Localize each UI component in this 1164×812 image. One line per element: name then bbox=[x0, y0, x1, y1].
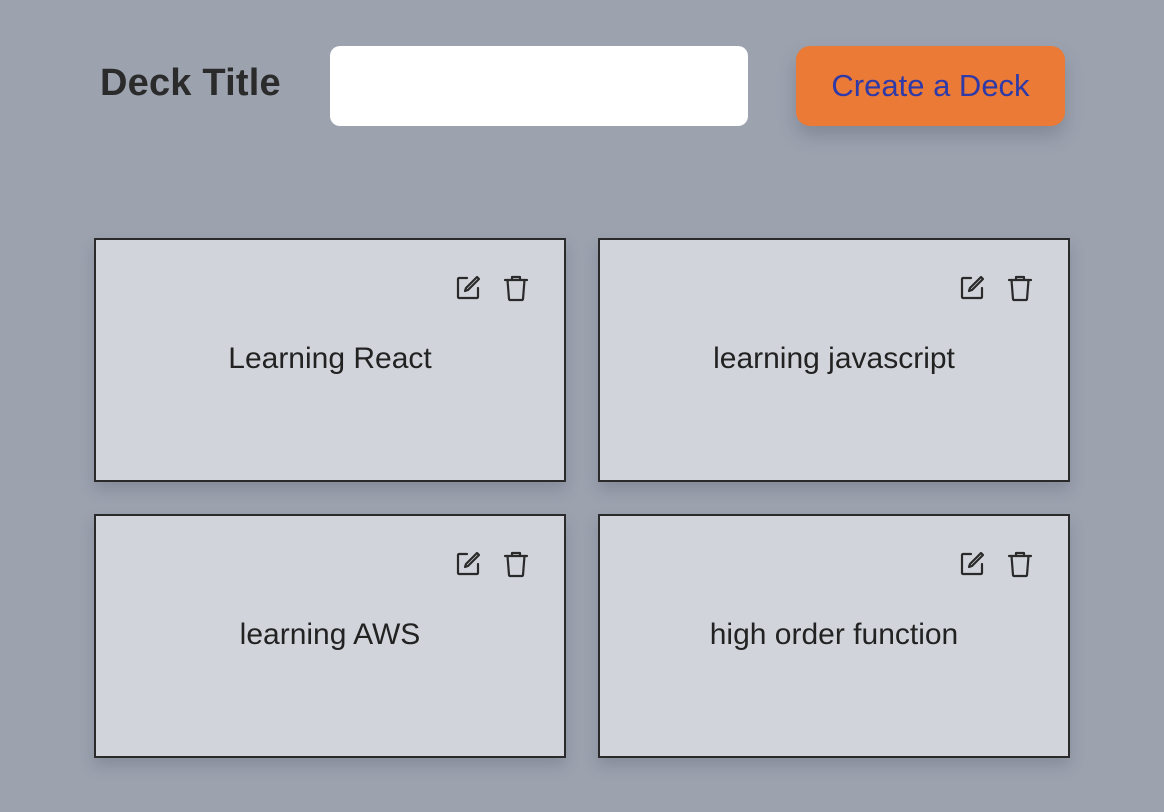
deck-card[interactable]: learning AWS bbox=[94, 514, 566, 758]
deck-card-actions bbox=[958, 273, 1034, 303]
deck-card-actions bbox=[454, 549, 530, 579]
deck-form: Deck Title Create a Deck bbox=[0, 0, 1164, 180]
deck-card[interactable]: learning javascript bbox=[598, 238, 1070, 482]
deck-title: learning AWS bbox=[239, 618, 421, 651]
deck-title: Learning React bbox=[228, 342, 432, 375]
deck-title-input[interactable] bbox=[330, 46, 748, 126]
trash-icon[interactable] bbox=[502, 549, 530, 579]
deck-card[interactable]: high order function bbox=[598, 514, 1070, 758]
edit-icon[interactable] bbox=[454, 273, 482, 303]
deck-title: learning javascript bbox=[713, 342, 955, 375]
edit-icon[interactable] bbox=[958, 549, 986, 579]
trash-icon[interactable] bbox=[1006, 549, 1034, 579]
deck-card[interactable]: Learning React bbox=[94, 238, 566, 482]
deck-card-actions bbox=[958, 549, 1034, 579]
create-deck-button[interactable]: Create a Deck bbox=[796, 46, 1065, 126]
deck-title: high order function bbox=[709, 618, 959, 651]
deck-title-label: Deck Title bbox=[100, 62, 281, 104]
edit-icon[interactable] bbox=[454, 549, 482, 579]
trash-icon[interactable] bbox=[502, 273, 530, 303]
deck-card-actions bbox=[454, 273, 530, 303]
trash-icon[interactable] bbox=[1006, 273, 1034, 303]
edit-icon[interactable] bbox=[958, 273, 986, 303]
